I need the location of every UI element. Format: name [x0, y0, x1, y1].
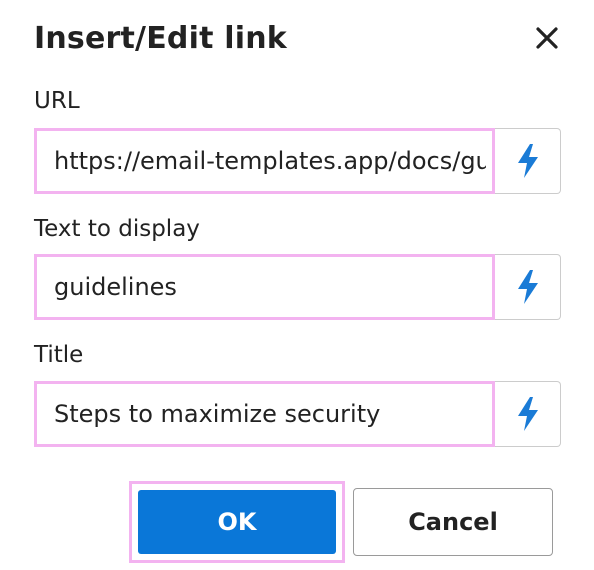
text-link-picker-button[interactable]: [495, 254, 561, 320]
text-field-row: guidelines: [34, 254, 561, 320]
dialog-header: Insert/Edit link: [34, 18, 564, 58]
close-icon: [536, 27, 558, 49]
text-to-display-label: Text to display: [34, 216, 200, 242]
url-field-row: https://email-templates.app/docs/guideli…: [34, 128, 561, 194]
text-to-display-input[interactable]: guidelines: [34, 254, 495, 320]
lightning-bolt-icon: [517, 397, 538, 431]
ok-button[interactable]: OK: [138, 490, 336, 554]
title-label: Title: [34, 342, 84, 368]
close-button[interactable]: [530, 21, 564, 55]
cancel-button[interactable]: Cancel: [353, 488, 553, 556]
url-input-value: https://email-templates.app/docs/guideli…: [54, 147, 486, 175]
dialog-title: Insert/Edit link: [34, 20, 287, 56]
title-link-picker-button[interactable]: [495, 381, 561, 447]
lightning-bolt-icon: [517, 270, 538, 304]
ok-button-focus-ring: OK: [129, 481, 345, 563]
url-link-picker-button[interactable]: [495, 128, 561, 194]
title-input-value: Steps to maximize security: [54, 400, 381, 428]
insert-edit-link-dialog: Insert/Edit link URL https://email-templ…: [0, 0, 594, 570]
text-input-value: guidelines: [54, 273, 177, 301]
title-input[interactable]: Steps to maximize security: [34, 381, 495, 447]
title-field-row: Steps to maximize security: [34, 381, 561, 447]
url-input[interactable]: https://email-templates.app/docs/guideli…: [34, 128, 495, 194]
url-label: URL: [34, 88, 80, 114]
lightning-bolt-icon: [517, 144, 538, 178]
